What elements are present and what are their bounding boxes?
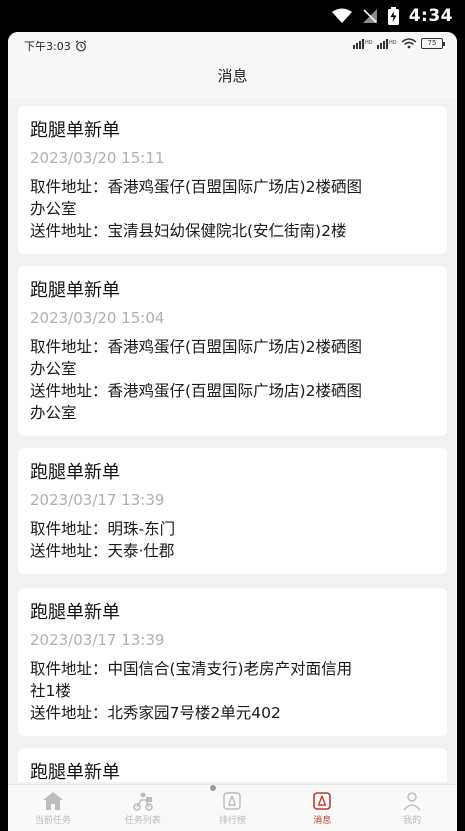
signal-hd-icon: HD	[353, 38, 373, 49]
message-list[interactable]: 跑腿单新单 2023/03/20 15:11 取件地址：香港鸡蛋仔(百盟国际广场…	[8, 106, 457, 782]
tab-label: 消息	[313, 815, 332, 826]
message-title: 跑腿单新单	[30, 602, 120, 623]
message-title: 跑腿单新单	[30, 462, 120, 483]
alarm-icon	[75, 40, 87, 52]
page-indicator-dot	[210, 785, 216, 791]
courier-icon	[132, 792, 153, 811]
message-line: 办公室	[30, 360, 77, 378]
home-icon	[42, 791, 63, 810]
tab-label: 当前任务	[34, 815, 71, 826]
message-line: 送件地址：天泰·仕郡	[30, 542, 175, 560]
no-signal-icon	[362, 9, 377, 23]
message-body: 取件地址：香港鸡蛋仔(百盟国际广场店)2楼硒图 办公室 送件地址：香港鸡蛋仔(百…	[30, 336, 435, 424]
nav-bar: 消息	[8, 58, 457, 98]
user-icon	[403, 791, 421, 810]
message-line: 取件地址：明珠-东门	[30, 520, 176, 538]
message-card[interactable]: 跑腿单新单 2023/03/20 15:04 取件地址：香港鸡蛋仔(百盟国际广场…	[18, 266, 447, 436]
message-card[interactable]: 跑腿单新单 2023/03/17 13:39 取件地址：明珠-东门 送件地址：天…	[18, 448, 447, 574]
page-title: 消息	[217, 67, 248, 85]
message-time: 2023/03/17 13:39	[30, 491, 165, 509]
os-status-icons: 4:34	[331, 5, 453, 27]
app-screen: 下午3:03 HD HD 75 消息 跑腿单新单 2023/03/20 15:1…	[8, 32, 457, 831]
message-title: 跑腿单新单	[30, 762, 120, 782]
message-title: 跑腿单新单	[30, 280, 120, 301]
battery-indicator: 75	[421, 38, 445, 49]
message-time: 2023/03/20 15:04	[30, 309, 165, 327]
tab-label: 排行榜	[218, 815, 246, 826]
tab-ranking[interactable]: 排行榜	[188, 785, 278, 831]
svg-text:HD: HD	[365, 40, 373, 46]
svg-text:HD: HD	[389, 40, 397, 46]
tab-current-task[interactable]: 当前任务	[8, 785, 98, 831]
message-body: 取件地址：明珠-东门 送件地址：天泰·仕郡	[30, 518, 435, 562]
tab-label: 任务列表	[124, 815, 161, 826]
message-body: 取件地址：香港鸡蛋仔(百盟国际广场店)2楼硒图 办公室 送件地址：宝清县妇幼保健…	[30, 176, 435, 242]
message-line: 送件地址：宝清县妇幼保健院北(安仁街南)2楼	[30, 222, 347, 240]
signal-hd-icon-2: HD	[377, 38, 397, 49]
message-line: 取件地址：香港鸡蛋仔(百盟国际广场店)2楼硒图	[30, 178, 362, 196]
message-card[interactable]: 跑腿单新单 2023/03/20 15:11 取件地址：香港鸡蛋仔(百盟国际广场…	[18, 106, 447, 254]
wifi-icon	[401, 38, 417, 49]
tab-task-list[interactable]: 任务列表	[98, 785, 188, 831]
tab-profile[interactable]: 我的	[367, 785, 457, 831]
inner-status-bar: 下午3:03 HD HD 75	[8, 32, 457, 58]
message-line: 办公室	[30, 200, 77, 218]
message-time: 2023/03/17 13:39	[30, 631, 165, 649]
message-line: 取件地址：香港鸡蛋仔(百盟国际广场店)2楼硒图	[30, 338, 362, 356]
message-line: 送件地址：香港鸡蛋仔(百盟国际广场店)2楼硒图	[30, 382, 362, 400]
battery-charging-icon	[387, 7, 399, 25]
tab-messages[interactable]: 消息	[277, 785, 367, 831]
message-card[interactable]: 跑腿单新单	[18, 748, 447, 782]
message-card[interactable]: 跑腿单新单 2023/03/17 13:39 取件地址：中国信合(宝清支行)老房…	[18, 588, 447, 736]
os-status-bar: 4:34	[0, 0, 465, 32]
os-clock: 4:34	[408, 6, 453, 26]
inner-status-icons: HD HD 75	[353, 38, 445, 49]
tab-label: 我的	[403, 815, 422, 826]
inner-status-time-group: 下午3:03	[24, 38, 87, 54]
wifi-icon	[331, 8, 352, 23]
message-line: 办公室	[30, 404, 77, 422]
message-body: 取件地址：中国信合(宝清支行)老房产对面信用 社1楼 送件地址：北秀家园7号楼2…	[30, 658, 435, 724]
inner-clock: 下午3:03	[24, 40, 71, 53]
message-title: 跑腿单新单	[30, 120, 120, 141]
bottom-tab-bar: 当前任务 任务列表 排行榜 消息 我的	[8, 784, 457, 831]
message-line: 送件地址：北秀家园7号楼2单元402	[30, 704, 281, 722]
ranking-icon	[223, 791, 242, 810]
message-line: 取件地址：中国信合(宝清支行)老房产对面信用	[30, 660, 353, 678]
message-line: 社1楼	[30, 682, 71, 700]
message-time: 2023/03/20 15:11	[30, 149, 165, 167]
message-icon	[313, 791, 332, 810]
